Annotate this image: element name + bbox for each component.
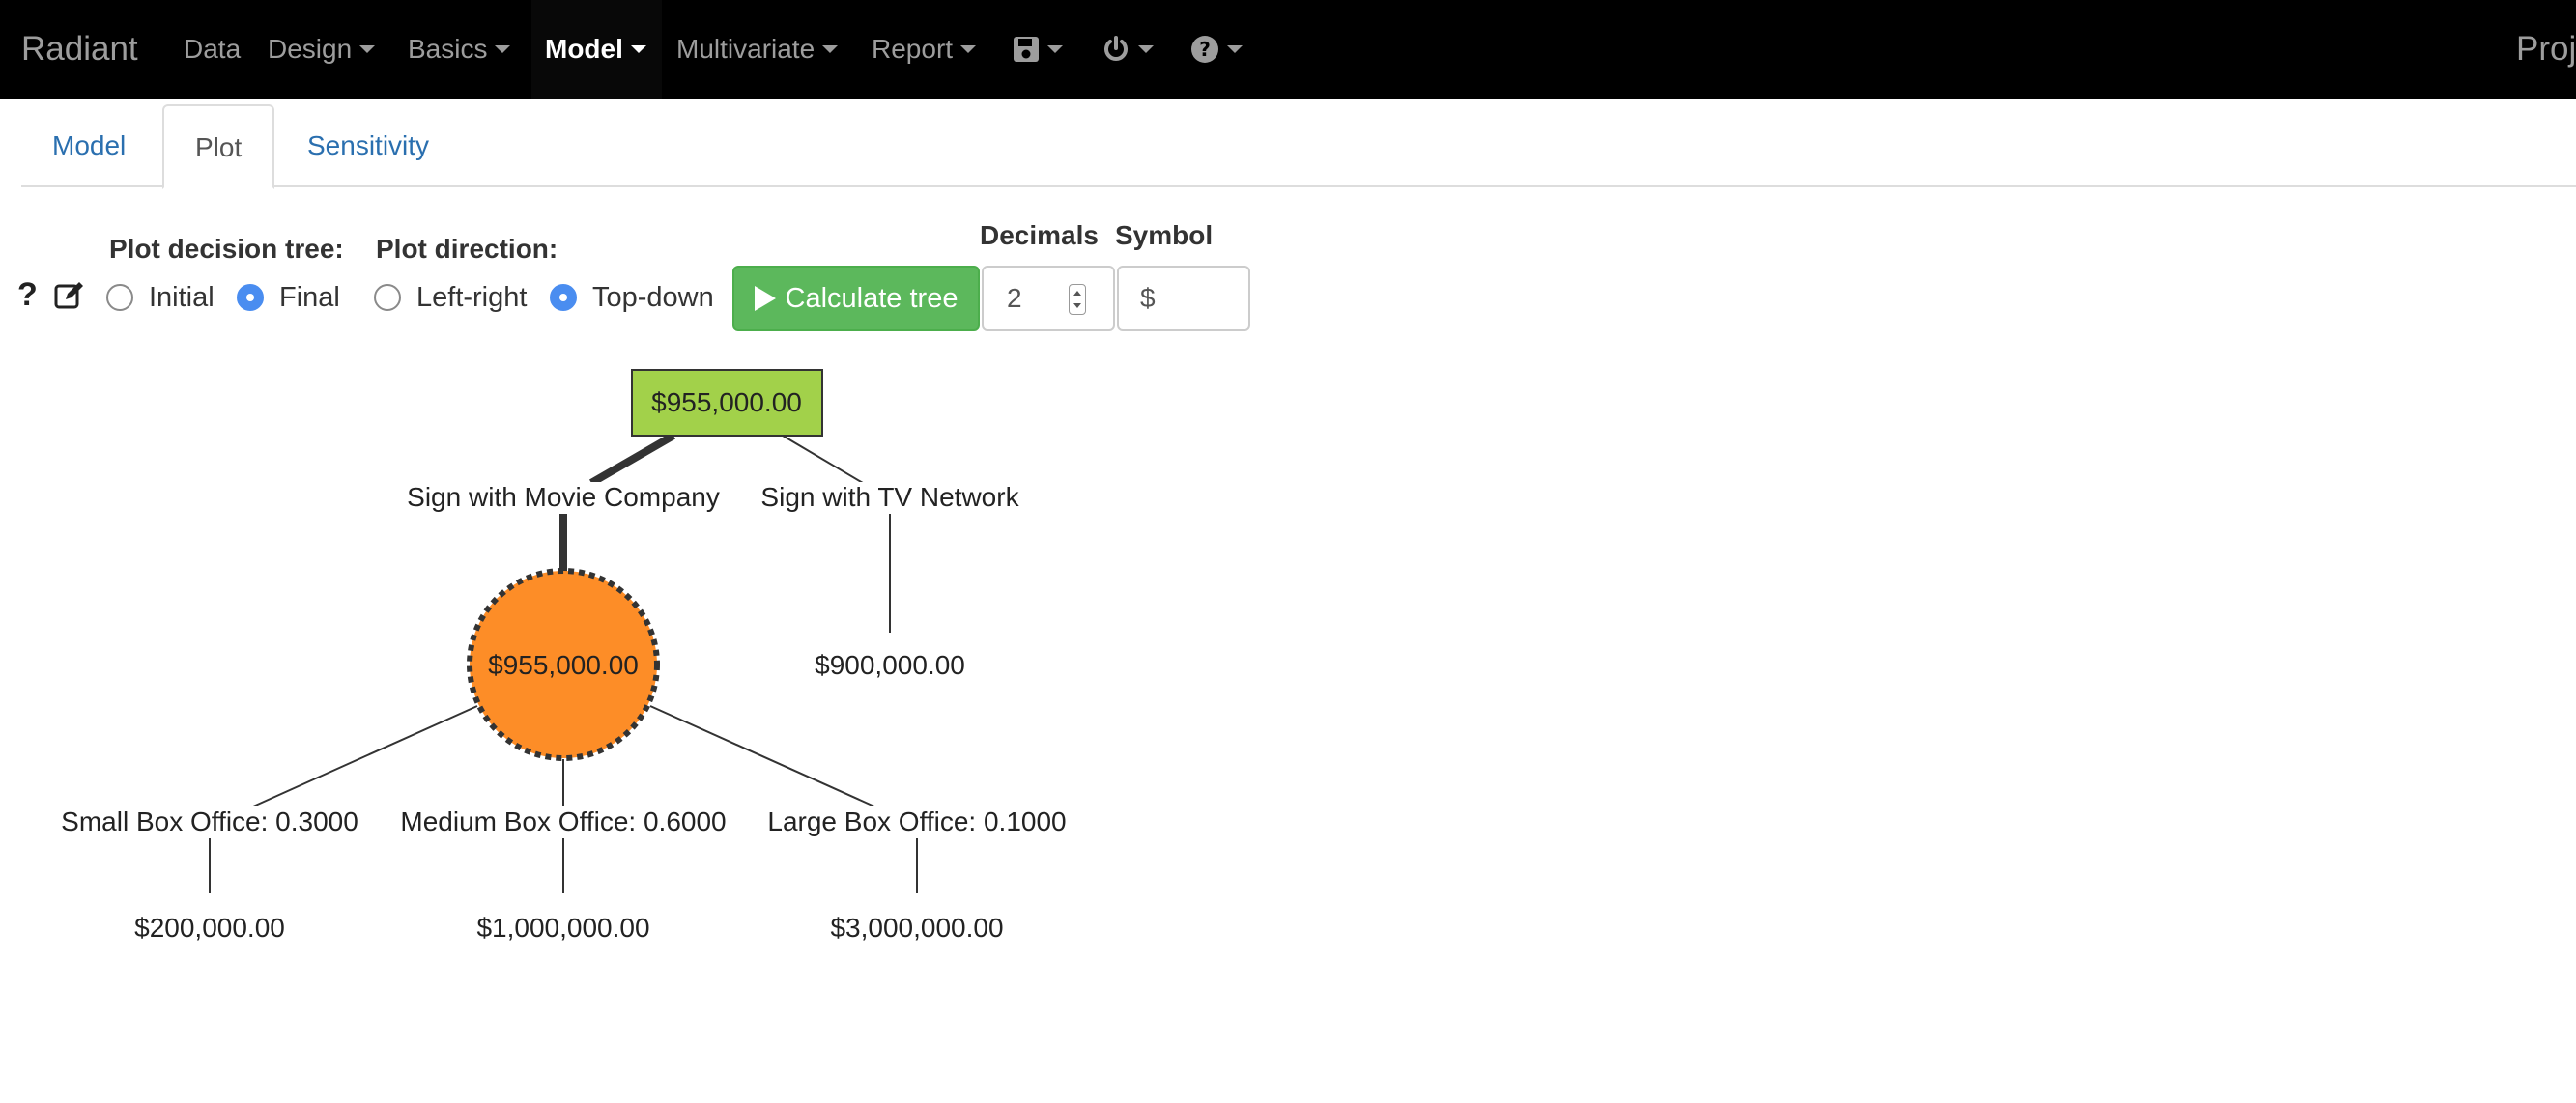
branch-tv-label: Sign with TV Network <box>757 482 1023 513</box>
branch-movie-label: Sign with Movie Company <box>403 482 724 513</box>
edge-decision-movie <box>589 432 675 487</box>
decision-tree <box>209 369 918 893</box>
chance-node-value: $955,000.00 <box>488 650 639 680</box>
decision-node-value: $955,000.00 <box>651 387 802 417</box>
edge-chance-large <box>649 705 875 807</box>
outcome-medium-label: Medium Box Office: 0.6000 <box>396 806 730 837</box>
outcome-medium-payoff: $1,000,000.00 <box>476 913 650 943</box>
outcome-large-label: Large Box Office: 0.1000 <box>763 806 1071 837</box>
outcome-small-payoff: $200,000.00 <box>134 913 285 943</box>
outcome-small-label: Small Box Office: 0.3000 <box>57 806 362 837</box>
edge-decision-tv <box>782 435 864 484</box>
tv-payoff-value: $900,000.00 <box>815 650 965 680</box>
edge-chance-small <box>252 705 478 807</box>
outcome-large-payoff: $3,000,000.00 <box>830 913 1004 943</box>
